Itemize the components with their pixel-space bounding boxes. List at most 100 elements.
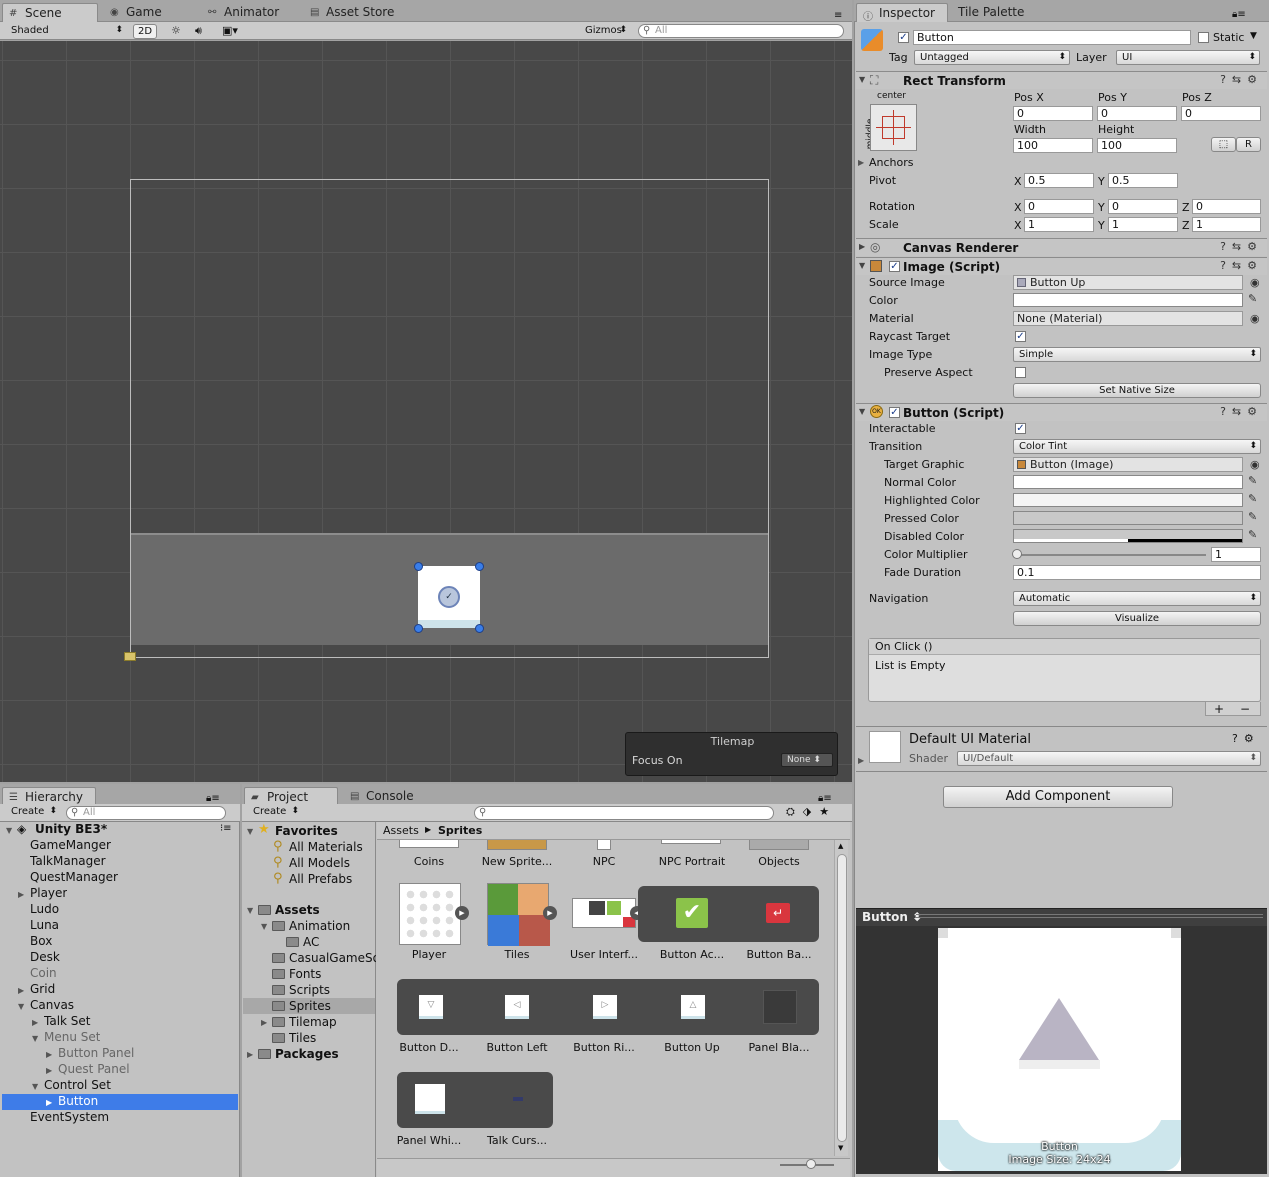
hierarchy-item[interactable]: Quest Panel [58, 1062, 130, 1076]
gizmos-dropdown[interactable]: Gizmos [580, 24, 630, 39]
pos-x-field[interactable]: 0 [1013, 106, 1093, 121]
asset-label[interactable]: Panel Whi... [387, 1134, 471, 1147]
scene-search-input[interactable]: All [638, 24, 844, 38]
handle-top-left[interactable] [414, 562, 423, 571]
project-tree-item[interactable]: Scripts [289, 983, 376, 997]
hierarchy-item[interactable]: Button Panel [58, 1046, 134, 1060]
scene-fold-icon[interactable]: ▼ [6, 826, 12, 835]
hierarchy-item[interactable]: EventSystem [30, 1110, 109, 1124]
asset-label[interactable]: Player [387, 948, 471, 961]
2d-toggle[interactable]: 2D [133, 24, 157, 39]
color-swatch[interactable] [1013, 293, 1243, 307]
scale-y-field[interactable]: 1 [1108, 217, 1178, 232]
fold-right-icon[interactable]: ▶ [247, 1050, 253, 1059]
hierarchy-item[interactable]: Box [30, 934, 52, 948]
hierarchy-item[interactable]: Button [58, 1094, 98, 1108]
project-tree-item[interactable]: Tiles [289, 1031, 376, 1045]
filter-icons[interactable]: ⛭⬗★ [786, 805, 837, 819]
asset-scrollbar[interactable]: ▲ ▼ [834, 840, 848, 1156]
lock-icon[interactable]: 🔒︎≡ [818, 793, 832, 804]
scene-viewport[interactable]: ✓ Tilemap Focus On None ⬍ [0, 41, 852, 782]
image-type-dropdown[interactable]: Simple [1013, 347, 1261, 362]
asset-thumb-button-back[interactable]: ↵ [766, 903, 790, 923]
audio-icon[interactable]: 🔊︎ [195, 24, 202, 38]
asset-thumb-talk-cursor[interactable] [513, 1097, 523, 1101]
lock-icon[interactable]: 🔒︎≡ [206, 793, 220, 804]
hierarchy-item[interactable]: Desk [30, 950, 60, 964]
color-multiplier-slider-track[interactable] [1016, 554, 1206, 556]
eyedropper-icon[interactable]: ✎ [1248, 510, 1257, 523]
asset-thumb-user-interface[interactable] [572, 898, 636, 928]
anchors-fold-icon[interactable]: ▶ [858, 158, 864, 167]
hierarchy-search-input[interactable]: All [66, 806, 226, 820]
project-tree-item[interactable]: Tilemap [289, 1015, 376, 1029]
project-tree-item[interactable]: Animation [289, 919, 376, 933]
material-field[interactable]: None (Material) [1013, 311, 1243, 326]
eyedropper-icon[interactable]: ✎ [1248, 292, 1257, 305]
lighting-icon[interactable]: ☼ [171, 24, 181, 37]
asset-thumb-new-sprite[interactable] [487, 840, 547, 850]
asset-label[interactable]: Button Ac... [650, 948, 734, 961]
expand-arrow-icon[interactable]: ▶ [543, 906, 557, 920]
handle-bottom-right[interactable] [475, 624, 484, 633]
help-icon[interactable]: ?⚙ [1232, 732, 1260, 745]
breadcrumb-assets[interactable]: Assets [383, 824, 419, 837]
fold-down-icon[interactable]: ▼ [18, 1002, 24, 1011]
image-enabled-checkbox[interactable]: ✓ [889, 261, 900, 272]
height-field[interactable]: 100 [1097, 138, 1177, 153]
asset-label[interactable]: NPC [562, 855, 646, 868]
panel-menu-icon[interactable]: ≡ [834, 10, 842, 21]
tab-scene[interactable]: # Scene [2, 3, 98, 22]
object-picker-icon[interactable]: ◉ [1250, 312, 1260, 325]
raw-edit-button[interactable]: R [1236, 137, 1261, 152]
asset-thumb-npc-portrait[interactable] [661, 840, 721, 844]
asset-thumb-npc[interactable] [597, 840, 611, 850]
fold-right-icon[interactable]: ▶ [46, 1098, 52, 1107]
target-graphic-field[interactable]: Button (Image) [1013, 457, 1243, 472]
asset-thumb-objects[interactable] [749, 840, 809, 850]
fold-right-icon[interactable]: ▶ [261, 1018, 267, 1027]
asset-label[interactable]: Panel Bla... [737, 1041, 821, 1054]
project-tree-item[interactable]: All Models [289, 856, 376, 870]
material-fold-icon[interactable]: ▶ [858, 756, 864, 765]
lock-icon[interactable]: 🔒︎≡ [1232, 9, 1246, 20]
shader-dropdown[interactable]: UI/Default [957, 751, 1261, 766]
rot-y-field[interactable]: 0 [1108, 199, 1178, 214]
hierarchy-item[interactable]: Player [30, 886, 67, 900]
asset-thumb-button-accept[interactable]: ✔ [676, 898, 708, 928]
effects-icon[interactable]: ▣▾ [222, 24, 238, 37]
asset-label[interactable]: User Interf... [562, 948, 646, 961]
component-settings-icons[interactable]: ?⇆⚙ [1220, 240, 1263, 253]
tab-asset-store[interactable]: ▤ Asset Store [304, 3, 414, 22]
component-settings-icons[interactable]: ?⇆⚙ [1220, 259, 1263, 272]
fold-down-icon[interactable]: ▼ [247, 827, 253, 836]
project-tree-item[interactable]: AC [303, 935, 376, 949]
asset-label[interactable]: Button D... [387, 1041, 471, 1054]
scroll-up-arrow-icon[interactable]: ▲ [838, 842, 843, 850]
asset-thumb-button-left[interactable]: ◁ [505, 995, 529, 1019]
component-settings-icons[interactable]: ?⇆⚙ [1220, 73, 1263, 86]
project-tree-item[interactable]: Packages [275, 1047, 376, 1061]
rot-z-field[interactable]: 0 [1192, 199, 1261, 214]
tab-animator[interactable]: ⚯ Animator [202, 3, 302, 22]
object-picker-icon[interactable]: ◉ [1250, 458, 1260, 471]
asset-thumb-button-up[interactable]: △ [681, 995, 705, 1019]
color-multiplier-slider-thumb[interactable] [1012, 549, 1022, 559]
tab-tile-palette[interactable]: Tile Palette [950, 3, 1050, 22]
asset-label[interactable]: New Sprite... [475, 855, 559, 868]
pos-z-field[interactable]: 0 [1181, 106, 1261, 121]
asset-thumb-coins[interactable] [399, 840, 459, 848]
scroll-down-arrow-icon[interactable]: ▼ [838, 1144, 843, 1152]
project-tree-item[interactable]: All Materials [289, 840, 376, 854]
hierarchy-item[interactable]: QuestManager [30, 870, 118, 884]
pressed-color-swatch[interactable] [1013, 511, 1243, 525]
asset-label[interactable]: NPC Portrait [650, 855, 734, 868]
object-picker-icon[interactable]: ◉ [1250, 276, 1260, 289]
tab-inspector[interactable]: ⓘ Inspector [856, 3, 948, 22]
static-checkbox[interactable] [1198, 32, 1209, 43]
hierarchy-item[interactable]: TalkManager [30, 854, 106, 868]
preview-drag-handle[interactable] [916, 914, 1263, 920]
normal-color-swatch[interactable] [1013, 475, 1243, 489]
anchor-preset-button[interactable] [870, 104, 917, 151]
eyedropper-icon[interactable]: ✎ [1248, 474, 1257, 487]
